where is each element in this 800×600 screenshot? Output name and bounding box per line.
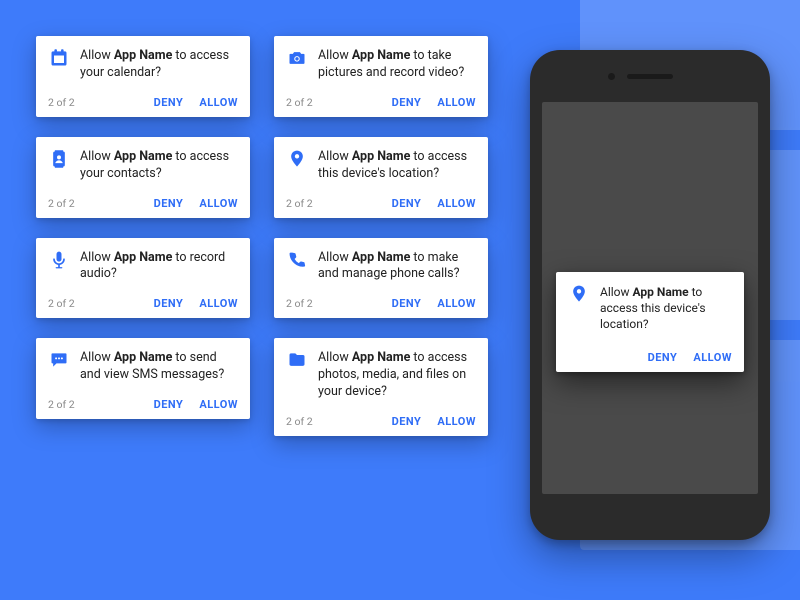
permission-counter: 2 of 2 [48,96,75,109]
permission-dialog-calendar: Allow App Name to access your calendar? 2… [36,36,250,117]
app-name: App Name [352,350,410,365]
permission-dialog-sms: Allow App Name to send and view SMS mess… [36,338,250,419]
permission-counter: 2 of 2 [286,96,313,109]
app-name: App Name [352,250,410,265]
deny-button[interactable]: DENY [392,197,422,210]
permission-dialog-location: Allow App Name to access this device's l… [274,137,488,218]
app-name: App Name [114,350,172,365]
calendar-icon [48,48,70,82]
allow-button[interactable]: ALLOW [437,96,476,109]
allow-button[interactable]: ALLOW [199,96,238,109]
deny-button[interactable]: DENY [154,398,184,411]
location-icon [568,284,590,333]
permission-message: Allow App Name to take pictures and reco… [318,48,476,82]
deny-button[interactable]: DENY [154,197,184,210]
permission-message: Allow App Name to access your contacts? [80,149,238,183]
deny-button[interactable]: DENY [392,96,422,109]
app-name: App Name [633,285,689,299]
permission-dialog-contacts: Allow App Name to access your contacts? 2… [36,137,250,218]
permission-message: Allow App Name to access this device's l… [318,149,476,183]
permission-counter: 2 of 2 [286,297,313,310]
permission-counter: 2 of 2 [48,297,75,310]
deny-button[interactable]: DENY [648,351,678,364]
app-name: App Name [114,149,172,164]
permission-message: Allow App Name to access your calendar? [80,48,238,82]
permission-counter: 2 of 2 [286,197,313,210]
app-name: App Name [114,48,172,63]
mic-icon [48,250,70,284]
permission-dialog-location: Allow App Name to access this device's l… [556,272,744,372]
location-icon [286,149,308,183]
camera-icon [286,48,308,82]
phone-screen: Allow App Name to access this device's l… [542,102,758,494]
allow-button[interactable]: ALLOW [437,415,476,428]
permission-message: Allow App Name to access this device's l… [600,284,732,333]
allow-button[interactable]: ALLOW [437,197,476,210]
app-name: App Name [352,48,410,63]
allow-button[interactable]: ALLOW [693,351,732,364]
app-name: App Name [114,250,172,265]
deny-button[interactable]: DENY [154,96,184,109]
sms-icon [48,350,70,384]
permission-dialog-folder: Allow App Name to access photos, media, … [274,338,488,436]
allow-button[interactable]: ALLOW [437,297,476,310]
allow-button[interactable]: ALLOW [199,398,238,411]
permission-message: Allow App Name to record audio? [80,250,238,284]
permission-counter: 2 of 2 [48,197,75,210]
permission-counter: 2 of 2 [286,415,313,428]
folder-icon [286,350,308,401]
phone-mockup: Allow App Name to access this device's l… [530,50,770,540]
permission-dialog-camera: Allow App Name to take pictures and reco… [274,36,488,117]
permission-column-left: Allow App Name to access your calendar? 2… [36,36,250,419]
deny-button[interactable]: DENY [154,297,184,310]
contacts-icon [48,149,70,183]
deny-button[interactable]: DENY [392,297,422,310]
permission-dialog-phone: Allow App Name to make and manage phone … [274,238,488,319]
allow-button[interactable]: ALLOW [199,297,238,310]
permission-counter: 2 of 2 [48,398,75,411]
permission-message: Allow App Name to access photos, media, … [318,350,476,401]
permission-message: Allow App Name to send and view SMS mess… [80,350,238,384]
app-name: App Name [352,149,410,164]
deny-button[interactable]: DENY [392,415,422,428]
permission-message: Allow App Name to make and manage phone … [318,250,476,284]
permission-dialog-mic: Allow App Name to record audio? 2 of 2 DEN… [36,238,250,319]
phone-icon [286,250,308,284]
allow-button[interactable]: ALLOW [199,197,238,210]
permission-column-mid: Allow App Name to take pictures and reco… [274,36,488,436]
